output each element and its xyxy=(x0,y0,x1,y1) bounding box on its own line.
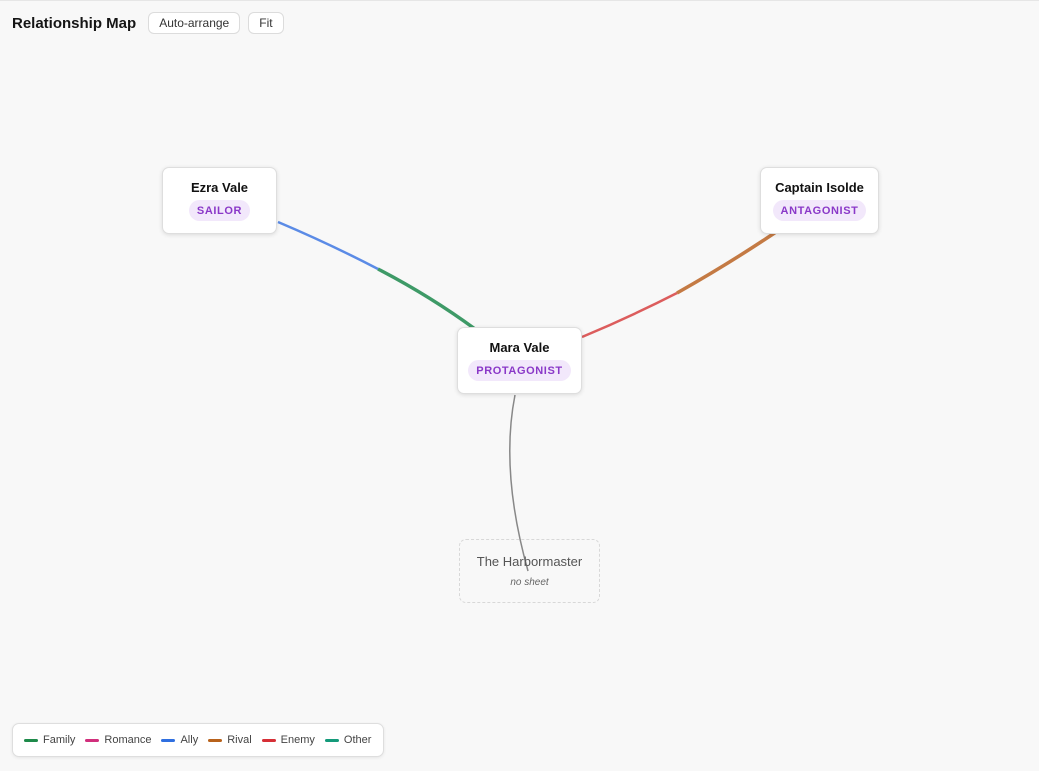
legend-label: Ally xyxy=(180,734,199,746)
legend-label: Rival xyxy=(227,734,252,746)
family-swatch xyxy=(24,738,38,742)
role-badge: SAILOR xyxy=(188,200,251,221)
rival-swatch xyxy=(208,738,223,742)
legend-label: Other xyxy=(343,734,372,746)
node-the-harbormaster[interactable]: The Harbormaster no sheet xyxy=(459,539,600,603)
romance-swatch xyxy=(85,738,100,742)
node-name: The Harbormaster xyxy=(476,554,583,569)
ally-swatch xyxy=(161,738,176,742)
node-name: Mara Vale xyxy=(489,340,550,355)
legend-item-enemy: Enemy xyxy=(261,734,315,746)
edge-mara-isolde-enemy[interactable] xyxy=(581,291,678,339)
legend-label: Enemy xyxy=(280,734,315,746)
edge-ezra-mara-family[interactable] xyxy=(377,267,477,331)
legend-item-ally: Ally xyxy=(161,734,198,746)
role-badge: PROTAGONIST xyxy=(468,360,571,381)
node-ezra-vale[interactable]: Ezra Vale SAILOR xyxy=(162,167,277,234)
edge-mara-isolde-rival[interactable] xyxy=(676,230,777,295)
legend-item-romance: Romance xyxy=(85,734,151,746)
legend-item-family: Family xyxy=(24,734,75,746)
relationship-legend: Family Romance Ally Rival Enemy Other xyxy=(12,723,384,757)
node-mara-vale[interactable]: Mara Vale PROTAGONIST xyxy=(457,327,582,394)
role-badge: ANTAGONIST xyxy=(772,200,867,221)
legend-item-other: Other xyxy=(324,734,372,746)
node-name: Ezra Vale xyxy=(190,180,249,195)
legend-label: Family xyxy=(43,734,76,746)
legend-label: Romance xyxy=(104,734,152,746)
legend-item-rival: Rival xyxy=(208,734,252,746)
other-swatch xyxy=(324,738,339,742)
enemy-swatch xyxy=(261,738,276,742)
node-captain-isolde[interactable]: Captain Isolde ANTAGONIST xyxy=(760,167,879,234)
edge-ezra-mara-ally[interactable] xyxy=(277,220,379,271)
no-sheet-label: no sheet xyxy=(510,577,549,588)
node-name: Captain Isolde xyxy=(775,180,864,195)
